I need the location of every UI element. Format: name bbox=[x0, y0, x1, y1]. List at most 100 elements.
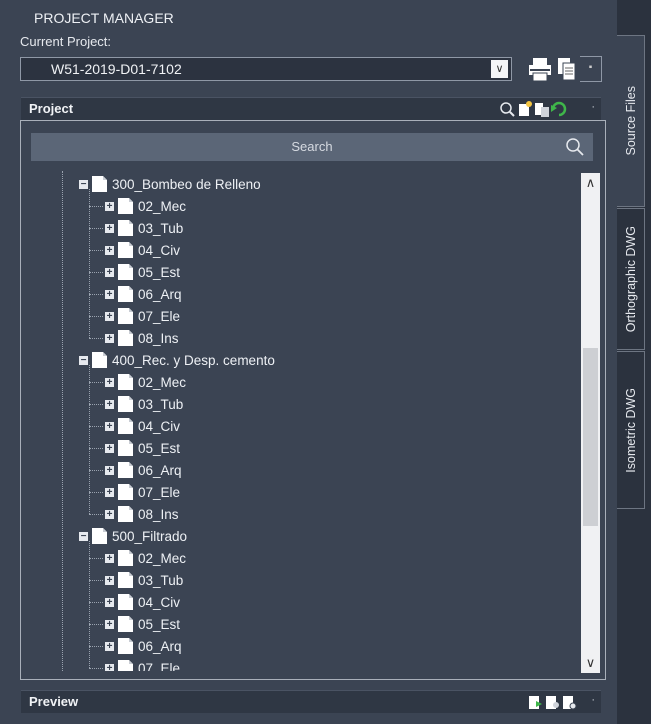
preview-toolbar bbox=[527, 693, 579, 716]
tree-child-node[interactable]: +05_Est bbox=[105, 613, 180, 635]
scroll-down-icon[interactable]: ∨ bbox=[581, 653, 600, 673]
expand-icon[interactable]: + bbox=[105, 333, 114, 343]
scroll-up-icon[interactable]: ∧ bbox=[581, 173, 600, 193]
print-button[interactable] bbox=[527, 56, 553, 87]
document-icon bbox=[118, 396, 133, 412]
tree-child-node[interactable]: +02_Mec bbox=[105, 195, 186, 217]
copy-drawings-button[interactable] bbox=[556, 56, 578, 87]
expand-icon[interactable]: + bbox=[105, 311, 114, 321]
tree-connector bbox=[89, 668, 103, 669]
scrollbar-thumb[interactable] bbox=[583, 348, 598, 526]
zoom-icon[interactable] bbox=[500, 102, 515, 117]
document-icon bbox=[118, 506, 133, 522]
tree-folder-node[interactable]: − 300_Bombeo de Relleno bbox=[79, 173, 261, 195]
tree-child-node[interactable]: +07_Ele bbox=[105, 481, 180, 503]
tree-node-label: 08_Ins bbox=[138, 330, 179, 346]
tree-connector bbox=[89, 338, 103, 339]
properties-icon[interactable] bbox=[563, 696, 577, 710]
tree-node-label: 06_Arq bbox=[138, 462, 182, 478]
collapse-icon[interactable]: − bbox=[79, 531, 88, 541]
tree-child-node[interactable]: +06_Arq bbox=[105, 459, 182, 481]
collapse-icon[interactable]: − bbox=[79, 179, 88, 189]
tree-child-node[interactable]: +07_Ele bbox=[105, 305, 180, 327]
tree-child-node[interactable]: +05_Est bbox=[105, 261, 180, 283]
tree-folder-node[interactable]: − 400_Rec. y Desp. cemento bbox=[79, 349, 275, 371]
tree-connector bbox=[89, 228, 103, 229]
expand-icon[interactable]: + bbox=[105, 465, 114, 475]
tree-node-label: 02_Mec bbox=[138, 374, 187, 390]
tree-node-label: 04_Civ bbox=[138, 418, 181, 434]
preview-view-icon[interactable] bbox=[546, 696, 559, 709]
preview-section-header: Preview · bbox=[21, 690, 601, 713]
printer-icon bbox=[529, 58, 551, 82]
tree-child-node[interactable]: +03_Tub bbox=[105, 217, 183, 239]
expand-icon[interactable]: + bbox=[105, 201, 114, 211]
document-stack-icon bbox=[558, 58, 576, 81]
expand-icon[interactable]: + bbox=[105, 223, 114, 233]
expand-icon[interactable]: + bbox=[105, 619, 114, 629]
expand-icon[interactable]: + bbox=[105, 641, 114, 651]
tree-child-node[interactable]: +04_Civ bbox=[105, 415, 180, 437]
more-icon[interactable]: · bbox=[591, 694, 595, 706]
expand-icon[interactable]: + bbox=[105, 245, 114, 255]
tree-connector bbox=[89, 602, 103, 603]
tree-branch-line bbox=[89, 365, 90, 514]
tree-child-node[interactable]: +03_Tub bbox=[105, 393, 183, 415]
tree-child-node[interactable]: +02_Mec bbox=[105, 371, 186, 393]
expand-icon[interactable]: + bbox=[105, 421, 114, 431]
tree-child-node[interactable]: +08_Ins bbox=[105, 327, 179, 349]
tree-child-node[interactable]: +02_Mec bbox=[105, 547, 186, 569]
copy-icon[interactable] bbox=[535, 103, 549, 117]
tab-orthographic-dwg[interactable]: Orthographic DWG bbox=[617, 208, 645, 350]
more-options-button[interactable]: ▪ bbox=[580, 56, 602, 82]
tree-connector bbox=[89, 404, 103, 405]
current-project-select[interactable]: W51-2019-D01-7102 ∨ bbox=[20, 57, 512, 81]
expand-icon[interactable]: + bbox=[105, 575, 114, 585]
document-icon bbox=[118, 330, 133, 346]
search-icon[interactable] bbox=[565, 137, 585, 157]
tree-scrollbar[interactable]: ∧ ∨ bbox=[581, 173, 600, 673]
refresh-icon[interactable] bbox=[551, 101, 567, 117]
tree-child-node[interactable]: +06_Arq bbox=[105, 635, 182, 657]
expand-icon[interactable]: + bbox=[105, 597, 114, 607]
expand-icon[interactable]: + bbox=[105, 509, 114, 519]
tree-connector bbox=[89, 580, 103, 581]
tree-child-node[interactable]: +03_Tub bbox=[105, 569, 183, 591]
search-input[interactable]: Search bbox=[31, 133, 593, 161]
export-icon[interactable] bbox=[529, 696, 542, 709]
tree-connector bbox=[89, 646, 103, 647]
tree-child-node[interactable]: +08_Ins bbox=[105, 503, 179, 525]
tree-child-node[interactable]: +07_Ele bbox=[105, 657, 180, 671]
expand-icon[interactable]: + bbox=[105, 487, 114, 497]
project-section-header: Project · bbox=[21, 97, 601, 120]
tree-node-label: 08_Ins bbox=[138, 506, 179, 522]
expand-icon[interactable]: + bbox=[105, 289, 114, 299]
expand-icon[interactable]: + bbox=[105, 377, 114, 387]
tree-folder-node[interactable]: − 500_Filtrado bbox=[79, 525, 187, 547]
document-icon bbox=[118, 308, 133, 324]
current-project-value: W51-2019-D01-7102 bbox=[51, 61, 182, 77]
tree-node-label: 03_Tub bbox=[138, 396, 184, 412]
expand-icon[interactable]: + bbox=[105, 399, 114, 409]
tree-child-node[interactable]: +04_Civ bbox=[105, 239, 180, 261]
more-icon[interactable]: · bbox=[591, 101, 595, 113]
tab-source-files[interactable]: Source Files bbox=[617, 35, 645, 207]
document-icon bbox=[118, 374, 133, 390]
tree-child-node[interactable]: +04_Civ bbox=[105, 591, 180, 613]
expand-icon[interactable]: + bbox=[105, 443, 114, 453]
expand-icon[interactable]: + bbox=[105, 663, 114, 671]
chevron-down-icon[interactable]: ∨ bbox=[491, 60, 508, 78]
tree-connector bbox=[89, 294, 103, 295]
expand-icon[interactable]: + bbox=[105, 267, 114, 277]
document-icon bbox=[118, 594, 133, 610]
expand-icon[interactable]: + bbox=[105, 553, 114, 563]
tab-source-files-label: Source Files bbox=[623, 86, 638, 156]
search-placeholder: Search bbox=[291, 139, 333, 154]
tab-isometric-dwg[interactable]: Isometric DWG bbox=[617, 351, 645, 509]
new-drawing-icon[interactable] bbox=[519, 101, 532, 116]
tree-child-node[interactable]: +06_Arq bbox=[105, 283, 182, 305]
document-icon bbox=[118, 550, 133, 566]
tree-node-label: 04_Civ bbox=[138, 594, 181, 610]
tree-child-node[interactable]: +05_Est bbox=[105, 437, 180, 459]
collapse-icon[interactable]: − bbox=[79, 355, 88, 365]
